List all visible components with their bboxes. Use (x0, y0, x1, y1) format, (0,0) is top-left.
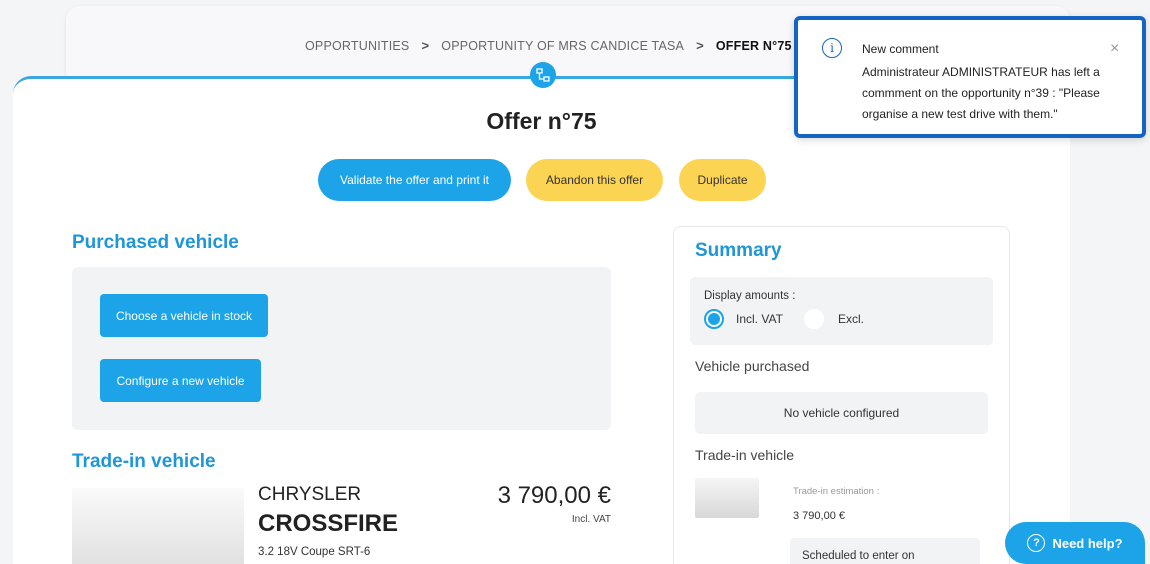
scheduled-label: Scheduled to enter on (802, 550, 915, 562)
summary-title: Summary (695, 240, 782, 261)
no-vehicle-configured: No vehicle configured (695, 392, 988, 434)
need-help-button[interactable]: ? Need help? (1005, 522, 1145, 564)
close-icon[interactable]: × (1110, 40, 1119, 58)
display-amounts-label: Display amounts : (704, 290, 796, 302)
question-icon: ? (1027, 534, 1046, 552)
excl-label: Excl. (838, 312, 865, 326)
summary-tradein-image (695, 478, 759, 518)
tradein-estimation-value: 3 790,00 € (793, 510, 845, 522)
breadcrumb-separator: > (421, 38, 430, 53)
display-amounts-box (690, 277, 993, 345)
tradein-make: CHRYSLER (258, 484, 362, 505)
need-help-label: Need help? (1052, 535, 1123, 551)
tradein-estimation-label: Trade-in estimation : (793, 486, 880, 497)
summary-tradein-label: Trade-in vehicle (695, 447, 795, 463)
breadcrumb: OPPORTUNITIES > OPPORTUNITY OF MRS CANDI… (305, 38, 792, 53)
hierarchy-icon[interactable] (530, 62, 556, 88)
tradein-vehicle-title: Trade-in vehicle (72, 451, 216, 472)
notification-toast: i New comment Administrateur ADMINISTRAT… (794, 16, 1146, 138)
validate-offer-button[interactable]: Validate the offer and print it (318, 159, 511, 201)
duplicate-button[interactable]: Duplicate (679, 159, 766, 201)
configure-new-vehicle-button[interactable]: Configure a new vehicle (100, 359, 261, 402)
breadcrumb-separator: > (696, 38, 704, 53)
abandon-offer-button[interactable]: Abandon this offer (526, 159, 663, 201)
breadcrumb-opportunities[interactable]: OPPORTUNITIES (305, 39, 409, 53)
notification-title: New comment (862, 42, 939, 56)
info-icon: i (822, 38, 842, 58)
tradein-model: CROSSFIRE (258, 510, 399, 537)
tradein-vehicle-image (72, 488, 244, 564)
breadcrumb-opportunity[interactable]: OPPORTUNITY OF MRS CANDICE TASA (441, 39, 684, 53)
purchased-vehicle-title: Purchased vehicle (72, 232, 239, 253)
vehicle-purchased-label: Vehicle purchased (695, 358, 810, 374)
excl-radio[interactable] (804, 309, 824, 329)
choose-vehicle-stock-button[interactable]: Choose a vehicle in stock (100, 294, 268, 337)
tradein-description: 3.2 18V Coupe SRT-6 (258, 546, 371, 558)
incl-vat-radio[interactable] (704, 309, 724, 329)
incl-vat-label: Incl. VAT (736, 312, 783, 326)
tradein-price: 3 790,00 € (497, 482, 611, 509)
purchased-vehicle-panel (72, 267, 611, 430)
notification-body: Administrateur ADMINISTRATEUR has left a… (862, 65, 1100, 121)
breadcrumb-current: OFFER N°75 (715, 38, 792, 53)
tradein-price-note: Incl. VAT (571, 514, 611, 525)
